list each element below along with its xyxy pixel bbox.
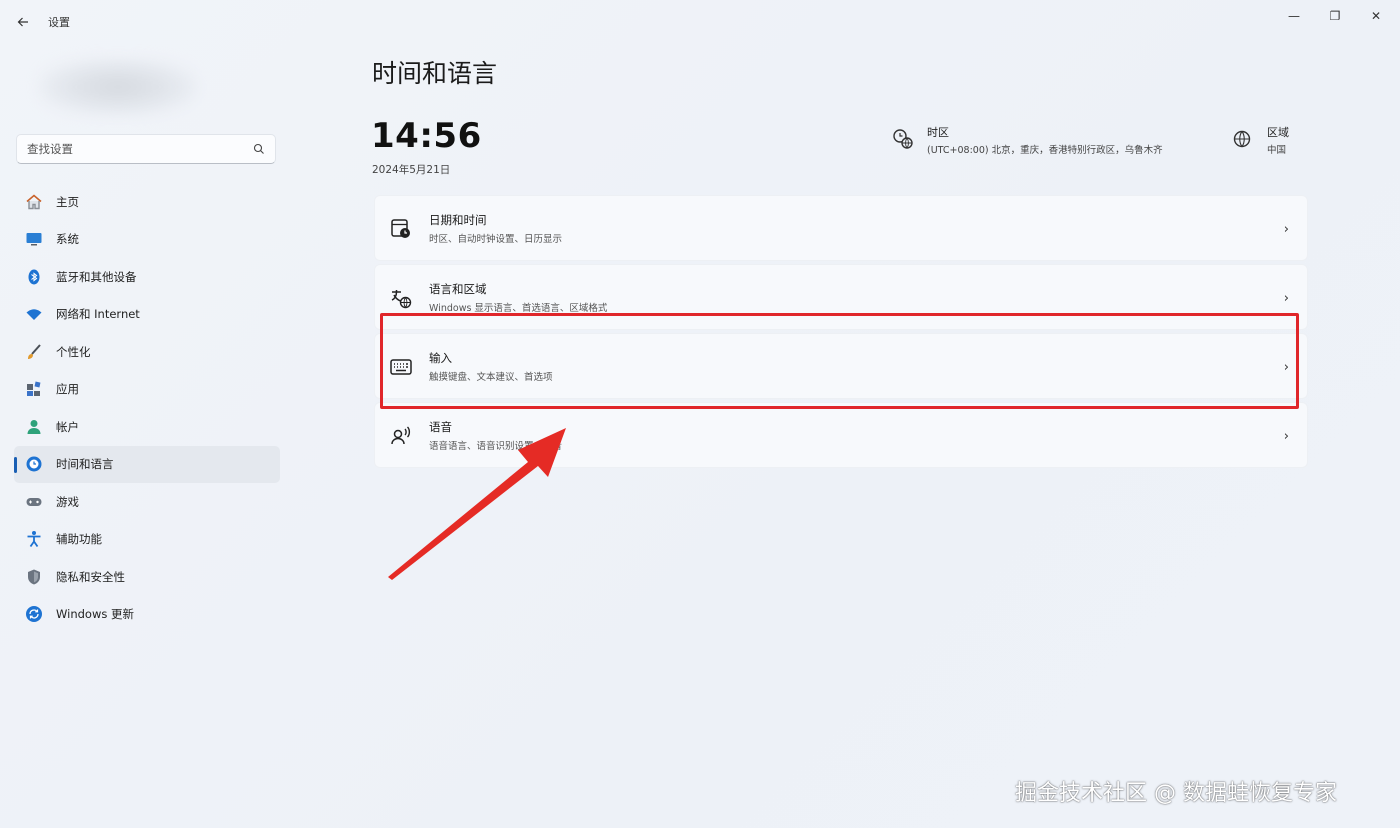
keyboard-icon (390, 359, 412, 375)
watermark: 掘金技术社区 @ 数据蛙恢复专家 (1015, 781, 1337, 806)
sidebar-item-label: 系统 (56, 232, 79, 247)
update-icon (24, 604, 44, 624)
card-title: 输入 (429, 351, 452, 365)
sidebar-item-label: 个性化 (56, 344, 91, 359)
settings-window: 设置 — ❐ ✕ 主页 系统 蓝牙和其他设备 (0, 0, 1400, 828)
sidebar-item-label: 蓝牙和其他设备 (56, 269, 137, 284)
search-icon[interactable] (253, 143, 265, 155)
chevron-right-icon: › (1283, 360, 1289, 375)
sidebar-item-label: 帐户 (56, 419, 79, 434)
clock-date: 2024年5月21日 (372, 164, 451, 176)
shield-icon (24, 567, 44, 587)
brush-icon (24, 342, 44, 362)
user-profile-blurred[interactable] (38, 58, 198, 116)
page-title: 时间和语言 (372, 59, 498, 88)
sidebar-item-privacy[interactable]: 隐私和安全性 (14, 558, 280, 596)
card-title: 语言和区域 (429, 282, 487, 296)
gaming-icon (24, 492, 44, 512)
search-input[interactable] (27, 142, 247, 156)
card-title: 语音 (429, 420, 452, 434)
chevron-right-icon: › (1283, 429, 1289, 444)
timezone-value: (UTC+08:00) 北京，重庆，香港特别行政区，乌鲁木齐 (927, 145, 1163, 156)
sidebar-item-home[interactable]: 主页 (14, 183, 280, 221)
sidebar-item-personalization[interactable]: 个性化 (14, 333, 280, 371)
region-title: 区域 (1267, 126, 1289, 139)
sidebar-item-accounts[interactable]: 帐户 (14, 408, 280, 446)
minimize-button[interactable]: — (1274, 6, 1314, 26)
card-title: 日期和时间 (429, 213, 487, 227)
card-speech[interactable]: 语音 语音语言、语音识别设置、声音 › (374, 402, 1308, 468)
app-title: 设置 (48, 16, 70, 29)
sidebar-nav: 主页 系统 蓝牙和其他设备 网络和 Internet 个性化 应用 帐户 时间和… (14, 183, 280, 633)
home-icon (24, 192, 44, 212)
title-bar: 设置 — ❐ ✕ (0, 0, 1400, 44)
card-subtitle: 触摸键盘、文本建议、首选项 (429, 372, 553, 383)
time-language-icon (24, 454, 44, 474)
search-box[interactable] (16, 134, 276, 164)
bluetooth-icon (24, 267, 44, 287)
sidebar-item-label: 游戏 (56, 494, 79, 509)
card-date-time[interactable]: 日期和时间 时区、自动时钟设置、日历显示 › (374, 195, 1308, 261)
language-region-icon (391, 290, 412, 309)
apps-icon (24, 379, 44, 399)
card-subtitle: Windows 显示语言、首选语言、区域格式 (429, 303, 608, 314)
sidebar-item-label: 辅助功能 (56, 532, 102, 547)
calendar-clock-icon (391, 219, 410, 238)
region-value: 中国 (1267, 145, 1287, 156)
sidebar-item-system[interactable]: 系统 (14, 221, 280, 259)
sidebar-item-time-language[interactable]: 时间和语言 (14, 445, 280, 483)
sidebar-item-label: 隐私和安全性 (56, 569, 125, 584)
maximize-button[interactable]: ❐ (1315, 6, 1355, 26)
sidebar-item-label: 应用 (56, 382, 79, 397)
chevron-right-icon: › (1283, 291, 1289, 306)
chevron-right-icon: › (1283, 222, 1289, 237)
timezone-icon (893, 129, 913, 149)
system-icon (24, 229, 44, 249)
wifi-icon (24, 304, 44, 324)
card-input[interactable]: 输入 触摸键盘、文本建议、首选项 › (374, 333, 1308, 399)
card-language-region[interactable]: 语言和区域 Windows 显示语言、首选语言、区域格式 › (374, 264, 1308, 330)
sidebar-item-label: 网络和 Internet (56, 307, 140, 322)
card-subtitle: 时区、自动时钟设置、日历显示 (429, 234, 563, 245)
clock-time: 14:56 (371, 116, 482, 156)
timezone-info[interactable]: 时区 (UTC+08:00) 北京，重庆，香港特别行政区，乌鲁木齐 (892, 124, 1212, 158)
sidebar-item-network[interactable]: 网络和 Internet (14, 296, 280, 334)
sidebar-item-label: Windows 更新 (56, 607, 134, 622)
sidebar-item-windows-update[interactable]: Windows 更新 (14, 596, 280, 634)
globe-icon (1233, 130, 1251, 148)
sidebar-item-bluetooth[interactable]: 蓝牙和其他设备 (14, 258, 280, 296)
sidebar-item-label: 主页 (56, 194, 79, 209)
back-button[interactable] (10, 10, 36, 34)
sidebar-item-label: 时间和语言 (56, 457, 114, 472)
region-info[interactable]: 区域 中国 (1232, 124, 1312, 158)
sidebar-item-apps[interactable]: 应用 (14, 371, 280, 409)
account-icon (24, 417, 44, 437)
close-button[interactable]: ✕ (1356, 6, 1396, 26)
card-subtitle: 语音语言、语音识别设置、声音 (429, 441, 563, 452)
back-arrow-icon (17, 17, 28, 27)
speech-icon (391, 426, 411, 445)
sidebar-item-accessibility[interactable]: 辅助功能 (14, 521, 280, 559)
sidebar-item-gaming[interactable]: 游戏 (14, 483, 280, 521)
timezone-title: 时区 (927, 126, 949, 139)
accessibility-icon (24, 529, 44, 549)
